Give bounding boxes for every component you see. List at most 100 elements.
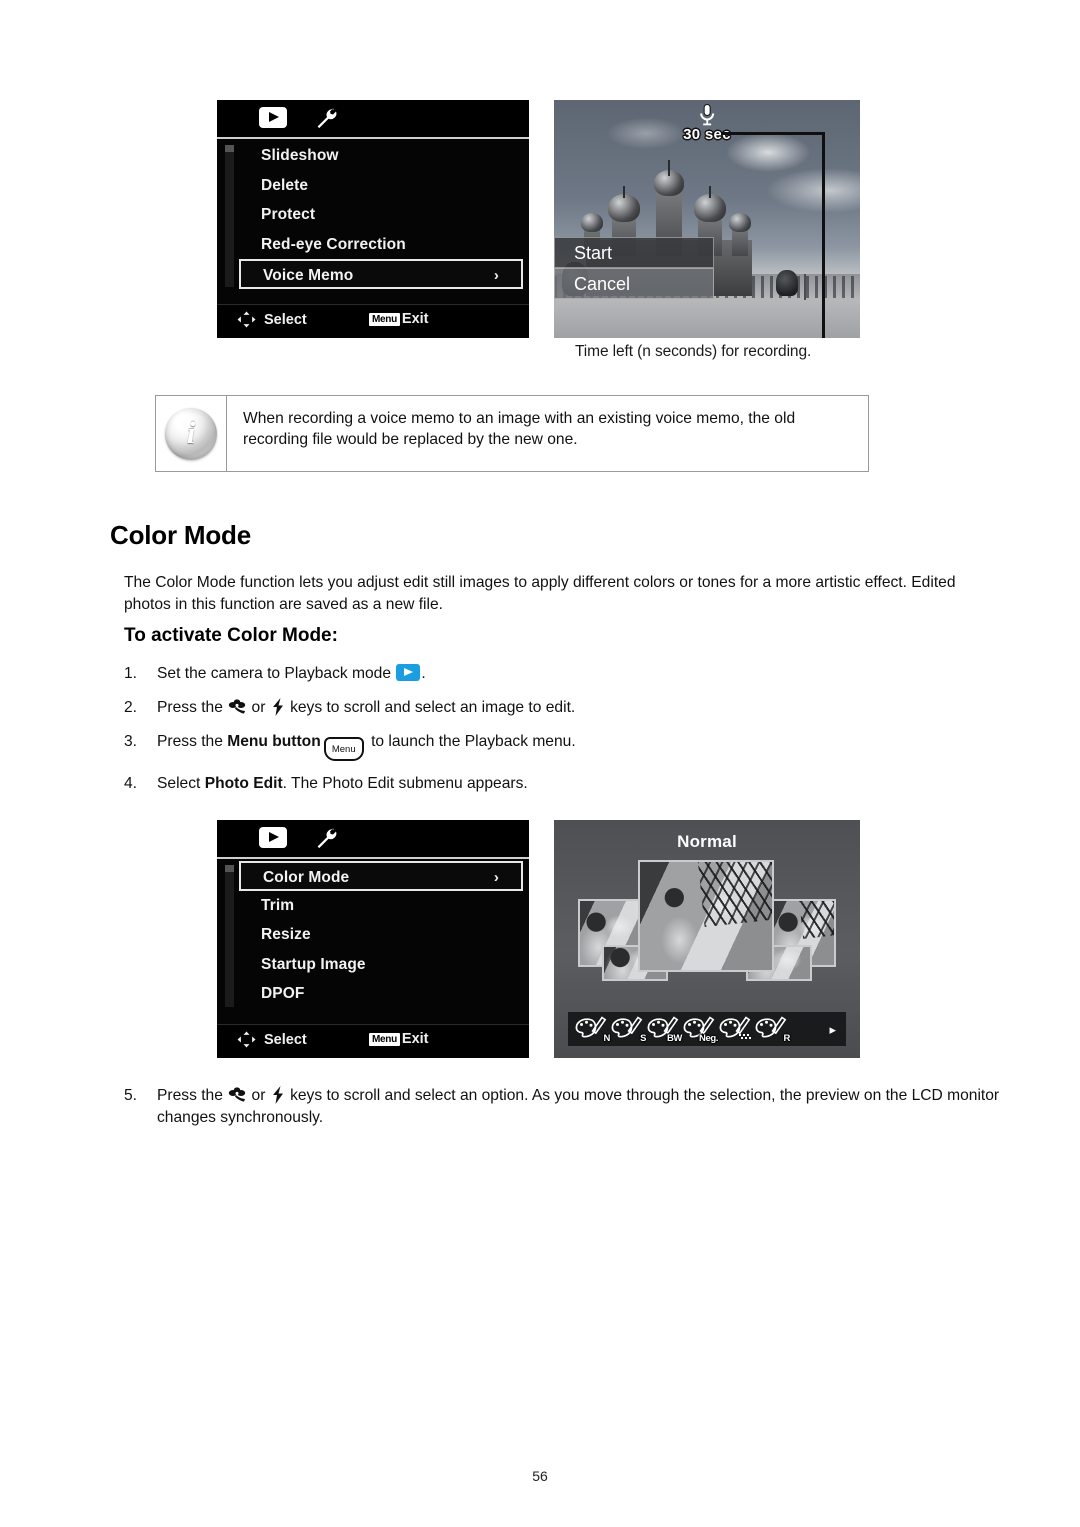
macro-icon xyxy=(228,1087,246,1103)
chevron-right-icon: › xyxy=(493,869,499,886)
color-mode-mosaic-icon[interactable] xyxy=(718,1016,754,1042)
callout-leader-vertical xyxy=(822,132,825,338)
start-recording-option[interactable]: Start xyxy=(554,237,714,268)
tree-right xyxy=(776,270,798,296)
color-mode-black-and-white-icon[interactable]: BW xyxy=(646,1016,682,1043)
next-page-arrow-icon[interactable]: ▸ xyxy=(829,1023,840,1036)
menu-item-dpof[interactable]: DPOF xyxy=(239,979,523,1009)
manual-page: Slideshow Delete Protect Red-eye Correct… xyxy=(0,0,1080,1527)
menu-body: Color Mode › Trim Resize Startup Image D… xyxy=(217,859,529,1025)
step-number: 3. xyxy=(124,733,138,750)
menu-item-label: Protect xyxy=(261,206,316,223)
step-1: 1. Set the camera to Playback mode . xyxy=(124,663,1004,685)
menu-key-badge: Menu xyxy=(369,1032,400,1046)
color-mode-label: Neg. xyxy=(699,1033,718,1044)
dpad-icon xyxy=(237,1031,256,1048)
menu-tab-bar xyxy=(217,100,529,139)
step-2: 2. Press the or keys to scroll and selec… xyxy=(124,697,1004,719)
page-number: 56 xyxy=(532,1468,548,1484)
step-text-bold: Menu button xyxy=(227,733,321,750)
menu-item-protect[interactable]: Protect xyxy=(239,200,523,230)
color-mode-preview-screenshot: Normal N S BW Neg. R ▸ xyxy=(554,820,860,1058)
menu-button-icon: Menu xyxy=(323,737,364,761)
recording-indicator: 30 sec xyxy=(683,104,731,144)
color-mode-normal-icon[interactable]: N xyxy=(574,1016,610,1043)
menu-footer: Select Menu Exit xyxy=(217,304,529,338)
voice-memo-preview-screenshot: 30 sec Start Cancel xyxy=(554,100,860,338)
menu-item-label: Color Mode xyxy=(263,869,350,886)
step-number: 4. xyxy=(124,775,138,792)
menu-item-label: Slideshow xyxy=(261,147,339,164)
color-mode-title: Normal xyxy=(677,832,737,851)
step-text: keys to scroll and select an image to ed… xyxy=(285,699,576,716)
note-icon-cell: i xyxy=(156,396,227,471)
step-3: 3. Press the Menu button Menu to launch t… xyxy=(124,731,1004,761)
color-mode-red-icon[interactable]: R xyxy=(754,1016,790,1043)
menu-scrollbar-thumb[interactable] xyxy=(225,145,234,152)
photo-edit-menu-list: Color Mode › Trim Resize Startup Image D… xyxy=(239,861,523,1009)
menu-scrollbar-track[interactable] xyxy=(225,865,234,1007)
menu-item-red-eye-correction[interactable]: Red-eye Correction xyxy=(239,230,523,260)
footer-select: Select xyxy=(237,311,307,328)
info-note-box: i When recording a voice memo to an imag… xyxy=(155,395,869,472)
menu-item-resize[interactable]: Resize xyxy=(239,920,523,950)
cancel-recording-option[interactable]: Cancel xyxy=(554,268,714,299)
menu-tab-bar xyxy=(217,820,529,859)
step-text: Set the camera to Playback mode xyxy=(157,665,396,682)
menu-item-startup-image[interactable]: Startup Image xyxy=(239,950,523,980)
menu-item-color-mode[interactable]: Color Mode › xyxy=(239,861,523,891)
color-mode-negative-icon[interactable]: Neg. xyxy=(682,1016,718,1044)
step-text: Press the xyxy=(157,699,228,716)
footer-exit: Menu Exit xyxy=(369,311,429,327)
info-icon-letter: i xyxy=(186,415,196,450)
macro-icon xyxy=(228,699,246,715)
footer-exit: Menu Exit xyxy=(369,1031,429,1047)
playback-tab-icon[interactable] xyxy=(259,107,287,128)
callout-leader-horizontal xyxy=(721,132,825,135)
footer-select: Select xyxy=(237,1031,307,1048)
menu-body: Slideshow Delete Protect Red-eye Correct… xyxy=(217,139,529,305)
step-4: 4. Select Photo Edit. The Photo Edit sub… xyxy=(124,773,1004,795)
menu-scrollbar-thumb[interactable] xyxy=(225,865,234,872)
step-number: 2. xyxy=(124,699,138,716)
menu-item-slideshow[interactable]: Slideshow xyxy=(239,141,523,171)
subsection-title: To activate Color Mode: xyxy=(124,625,338,646)
menu-item-label: DPOF xyxy=(261,985,305,1002)
chevron-right-icon: › xyxy=(493,267,499,284)
step-number: 1. xyxy=(124,665,138,682)
info-icon: i xyxy=(165,407,217,460)
exit-label: Exit xyxy=(401,311,429,327)
playback-mode-icon xyxy=(396,664,421,681)
step-text: Press the xyxy=(157,733,228,750)
exit-label: Exit xyxy=(401,1031,429,1047)
wrench-tab-icon[interactable] xyxy=(314,826,338,850)
menu-scrollbar-track[interactable] xyxy=(225,145,234,287)
color-mode-sepia-icon[interactable]: S xyxy=(610,1016,646,1043)
step-text: or xyxy=(247,699,270,716)
step-text: . The Photo Edit submenu appears. xyxy=(282,775,528,792)
color-mode-option-bar: N S BW Neg. R ▸ xyxy=(568,1012,846,1046)
menu-item-label: Resize xyxy=(261,926,311,943)
steps-list-bottom: 5. Press the or keys to scroll and selec… xyxy=(124,1085,1004,1141)
option-label: Start xyxy=(574,243,613,263)
menu-item-label: Red-eye Correction xyxy=(261,235,406,253)
thumbnail-current[interactable] xyxy=(638,860,774,972)
microphone-icon xyxy=(698,104,716,126)
option-label: Cancel xyxy=(574,274,631,294)
menu-item-label: Startup Image xyxy=(261,955,366,973)
step-text: . xyxy=(421,665,426,682)
flash-icon xyxy=(272,698,284,716)
select-label: Select xyxy=(264,1031,307,1048)
street-lamp xyxy=(804,274,806,300)
menu-item-voice-memo[interactable]: Voice Memo › xyxy=(239,259,523,289)
menu-footer: Select Menu Exit xyxy=(217,1024,529,1058)
menu-item-trim[interactable]: Trim xyxy=(239,891,523,921)
menu-item-delete[interactable]: Delete xyxy=(239,171,523,201)
figure-caption-recording: Time left (n seconds) for recording. xyxy=(575,343,812,360)
wrench-tab-icon[interactable] xyxy=(314,106,338,130)
menu-item-label: Delete xyxy=(261,176,309,194)
step-text: to launch the Playback menu. xyxy=(366,733,576,750)
playback-tab-icon[interactable] xyxy=(259,827,287,848)
page-title: Color Mode xyxy=(110,520,251,550)
intro-paragraph: The Color Mode function lets you adjust … xyxy=(124,574,956,613)
